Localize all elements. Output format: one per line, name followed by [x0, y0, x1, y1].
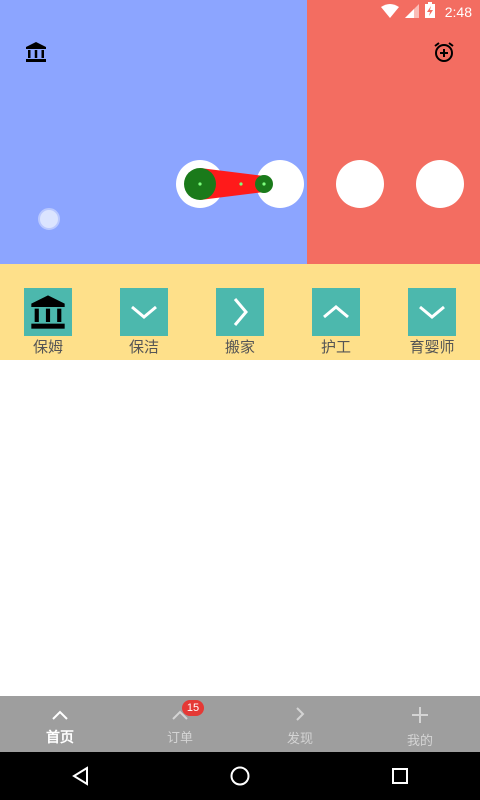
tab-home[interactable]: 首页	[0, 696, 120, 752]
category-label: 育婴师	[409, 338, 455, 356]
category-label: 搬家	[224, 338, 255, 356]
chevron-down-icon	[408, 288, 456, 336]
chevron-up-icon	[312, 288, 360, 336]
wifi-icon	[380, 3, 399, 22]
category-nanny[interactable]: 保姆	[0, 264, 96, 360]
battery-charging-icon	[424, 2, 435, 22]
category-label: 保姆	[32, 338, 63, 356]
system-nav-bar	[0, 752, 480, 800]
tab-label: 我的	[406, 734, 433, 749]
category-label: 保洁	[128, 338, 159, 356]
orders-badge: 15	[182, 700, 204, 716]
status-bar: 2:48	[0, 0, 480, 24]
category-moving[interactable]: 搬家	[192, 264, 288, 360]
category-bar: 保姆 保洁 搬家 护工 育婴师	[0, 264, 480, 360]
bank-icon	[24, 288, 72, 336]
content-area	[0, 360, 480, 696]
active-indicator	[184, 168, 273, 200]
chevron-right-icon	[216, 288, 264, 336]
tab-discover[interactable]: 发现	[240, 696, 360, 752]
tab-orders[interactable]: 订单 15	[120, 696, 240, 752]
category-cleaning[interactable]: 保洁	[96, 264, 192, 360]
tab-label: 订单	[166, 731, 193, 746]
chevron-up-icon	[51, 706, 69, 725]
recents-icon[interactable]	[370, 752, 430, 800]
tab-profile[interactable]: 我的	[360, 696, 480, 752]
back-icon[interactable]	[50, 752, 110, 800]
category-childcare[interactable]: 育婴师	[384, 264, 480, 360]
tab-label: 发现	[286, 732, 313, 747]
chevron-right-icon	[294, 706, 306, 726]
category-label: 护工	[320, 338, 351, 356]
signal-icon	[404, 3, 419, 22]
floating-dot[interactable]	[38, 208, 60, 230]
banner-carousel[interactable]	[0, 0, 480, 264]
tab-label: 首页	[46, 730, 74, 746]
status-time: 2:48	[444, 4, 472, 20]
home-icon[interactable]	[210, 752, 270, 800]
bottom-tab-bar: 首页 订单 15 发现 我的	[0, 696, 480, 752]
chevron-down-icon	[120, 288, 168, 336]
plus-icon	[411, 706, 429, 728]
category-caregiver[interactable]: 护工	[288, 264, 384, 360]
